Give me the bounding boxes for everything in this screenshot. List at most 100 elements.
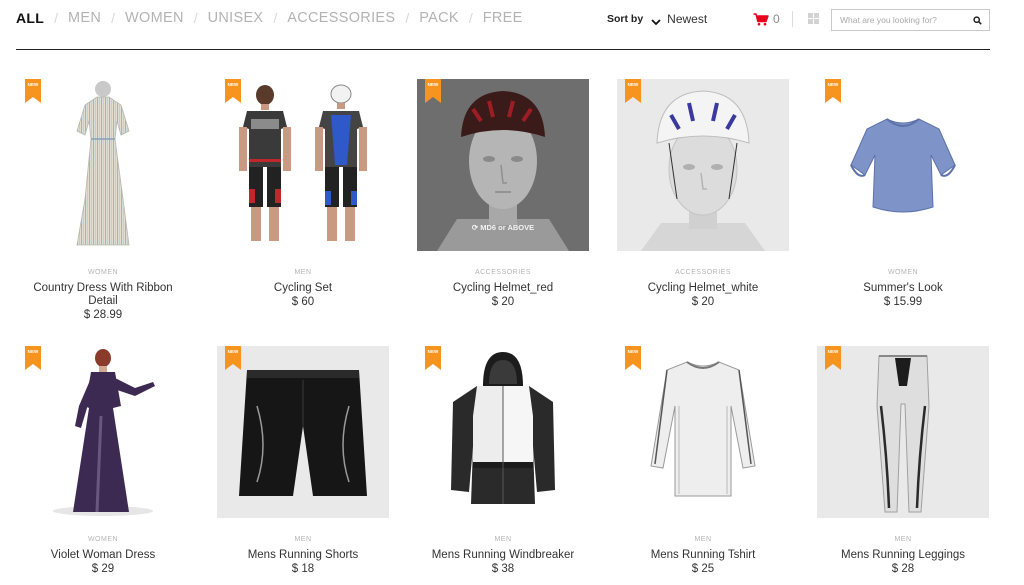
category-tab-men[interactable]: MEN (68, 10, 101, 26)
search-input[interactable] (832, 15, 967, 25)
product-image[interactable]: NEW (17, 79, 189, 251)
product-name[interactable]: Country Dress With Ribbon Detail (17, 282, 189, 308)
cycling-set-illustration (239, 84, 367, 241)
product-name[interactable]: Mens Running Shorts (217, 549, 389, 562)
nav-separator: / (193, 10, 198, 26)
product-card[interactable]: NEW WOMEN Violet Woman Dress $ 29 (17, 346, 189, 585)
grid-view-icon[interactable] (808, 13, 819, 24)
category-tab-pack[interactable]: PACK (419, 10, 459, 26)
product-price: $ 20 (691, 296, 715, 308)
chevron-down-icon (651, 15, 661, 26)
nav-separator: / (273, 10, 278, 26)
product-grid: NEW WOMEN Country Dress With Ribbon Deta… (17, 79, 989, 585)
product-category: WOMEN (887, 269, 919, 276)
product-category: MEN (494, 536, 512, 543)
product-name[interactable]: Mens Running Leggings (817, 549, 989, 562)
product-name[interactable]: Cycling Helmet_white (617, 282, 789, 295)
product-price: $ 60 (291, 296, 315, 308)
product-price: $ 25 (691, 563, 715, 575)
product-card[interactable]: NEW MEN Mens Running Leggings $ 28 (817, 346, 989, 585)
blouse-illustration (850, 118, 956, 213)
product-name[interactable]: Summer's Look (817, 282, 989, 295)
divider (792, 11, 793, 27)
new-badge: NEW (25, 346, 41, 370)
product-category: MEN (294, 269, 312, 276)
nav-separator: / (54, 10, 59, 26)
product-price: $ 20 (491, 296, 515, 308)
cart-count: 0 (773, 12, 780, 26)
windbreaker-illustration (451, 352, 555, 504)
product-image[interactable]: NEW ⟳ MD6 or ABOVE (417, 79, 589, 251)
product-card[interactable]: NEW MEN Mens Running Tshirt $ 25 (617, 346, 789, 585)
product-card[interactable]: NEW ⟳ MD6 or ABOVE ACCESSORIES Cycling H… (417, 79, 589, 329)
leggings-illustration (876, 355, 930, 513)
product-image[interactable]: NEW (817, 79, 989, 251)
product-card[interactable]: NEW MEN Mens Running Windbreaker $ 38 (417, 346, 589, 585)
new-badge: NEW (225, 346, 241, 370)
search-button[interactable] (967, 10, 987, 30)
product-category: MEN (694, 536, 712, 543)
new-badge: NEW (425, 79, 441, 103)
category-nav: ALL / MEN / WOMEN / UNISEX / ACCESSORIES… (16, 10, 523, 26)
sort-label: Sort by (607, 13, 644, 25)
category-tab-all[interactable]: ALL (16, 10, 44, 26)
product-price: $ 28.99 (83, 309, 123, 321)
tshirt-illustration (650, 361, 756, 497)
product-category: ACCESSORIES (674, 269, 732, 276)
product-category: ACCESSORIES (474, 269, 532, 276)
product-price: $ 38 (491, 563, 515, 575)
dress-illustration (76, 81, 130, 246)
product-name[interactable]: Cycling Helmet_red (417, 282, 589, 295)
product-name[interactable]: Violet Woman Dress (17, 549, 189, 562)
category-tab-accessories[interactable]: ACCESSORIES (287, 10, 395, 26)
product-card[interactable]: NEW ACCESSORIES Cycling Helmet_white $ 2… (617, 79, 789, 329)
product-image[interactable]: NEW (417, 346, 589, 518)
product-name[interactable]: Cycling Set (217, 282, 389, 295)
product-image[interactable]: NEW (617, 346, 789, 518)
requirement-label: ⟳ MD6 or ABOVE (471, 223, 535, 232)
product-image[interactable]: NEW (217, 79, 389, 251)
new-badge: NEW (25, 79, 41, 103)
product-name[interactable]: Mens Running Windbreaker (417, 549, 589, 562)
violet-dress-illustration (53, 349, 155, 516)
product-price: $ 15.99 (883, 296, 923, 308)
new-badge: NEW (625, 79, 641, 103)
new-badge: NEW (825, 79, 841, 103)
header: ALL / MEN / WOMEN / UNISEX / ACCESSORIES… (16, 0, 990, 50)
new-badge: NEW (225, 79, 241, 103)
product-card[interactable]: NEW WOMEN Country Dress With Ribbon Deta… (17, 79, 189, 329)
product-card[interactable]: NEW WOMEN Summer's Look $ 15.99 (817, 79, 989, 329)
category-tab-unisex[interactable]: UNISEX (208, 10, 264, 26)
product-image[interactable]: NEW (17, 346, 189, 518)
shopping-cart-icon (753, 12, 769, 25)
product-price: $ 29 (91, 563, 115, 575)
new-badge: NEW (425, 346, 441, 370)
shorts-illustration (239, 370, 367, 496)
nav-separator: / (111, 10, 116, 26)
product-category: MEN (294, 536, 312, 543)
product-image[interactable]: NEW (817, 346, 989, 518)
refresh-icon: ⟳ (471, 223, 481, 232)
product-price: $ 28 (891, 563, 915, 575)
search-icon (972, 15, 982, 25)
nav-separator: / (405, 10, 410, 26)
category-tab-free[interactable]: FREE (483, 10, 523, 26)
nav-separator: / (468, 10, 473, 26)
product-card[interactable]: NEW MEN Cycling Set $ 60 (217, 79, 389, 329)
product-image[interactable]: NEW (617, 79, 789, 251)
new-badge: NEW (625, 346, 641, 370)
cart-button[interactable]: 0 (753, 12, 780, 26)
sort-dropdown[interactable]: Sort by Newest (607, 12, 707, 26)
product-category: WOMEN (87, 536, 119, 543)
product-image[interactable]: NEW (217, 346, 389, 518)
new-badge: NEW (825, 346, 841, 370)
sort-value: Newest (667, 12, 708, 26)
product-name[interactable]: Mens Running Tshirt (617, 549, 789, 562)
product-price: $ 18 (291, 563, 315, 575)
product-category: WOMEN (87, 269, 119, 276)
helmet-white-illustration (641, 90, 765, 251)
product-category: MEN (894, 536, 912, 543)
category-tab-women[interactable]: WOMEN (125, 10, 184, 26)
search-box (831, 9, 990, 31)
product-card[interactable]: NEW MEN Mens Running Shorts $ 18 (217, 346, 389, 585)
